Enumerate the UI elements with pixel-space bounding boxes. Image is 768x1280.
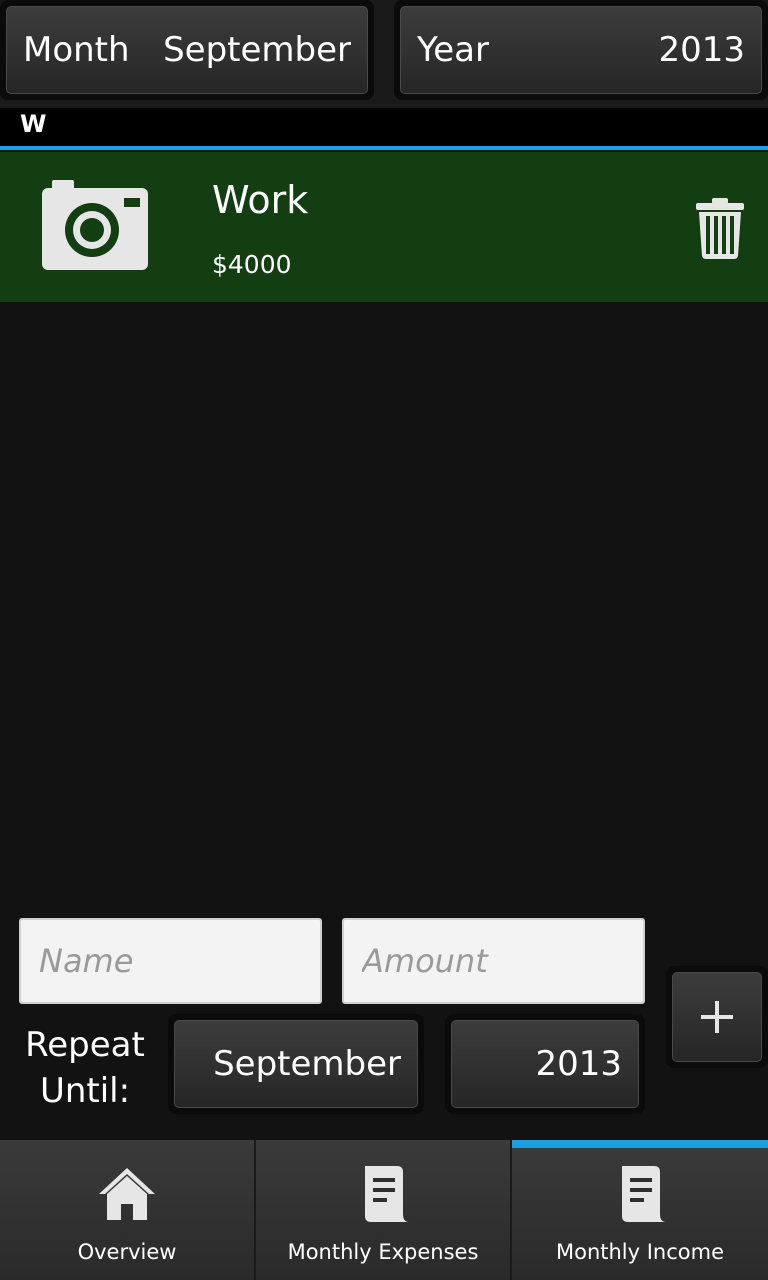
income-item-title: Work <box>212 178 309 222</box>
name-input[interactable] <box>19 918 322 1004</box>
tab-monthly-income[interactable]: Monthly Income <box>512 1140 768 1280</box>
month-label: Month <box>23 30 130 70</box>
section-header: W <box>0 108 768 150</box>
amount-input[interactable] <box>342 918 645 1004</box>
year-dropdown[interactable]: Year 2013 <box>394 0 768 100</box>
tab-overview[interactable]: Overview <box>0 1140 256 1280</box>
tab-monthly-income-label: Monthly Income <box>555 1240 725 1264</box>
repeat-month-dropdown[interactable]: September <box>168 1014 424 1114</box>
section-letter: W <box>20 110 47 138</box>
home-icon <box>99 1168 155 1220</box>
plus-icon <box>701 1001 733 1033</box>
income-item-amount: $4000 <box>212 250 292 279</box>
month-value: September <box>163 30 351 70</box>
repeat-year-value: 2013 <box>535 1044 622 1084</box>
year-label: Year <box>417 30 489 70</box>
repeat-month-value: September <box>213 1044 401 1084</box>
tab-monthly-expenses[interactable]: Monthly Expenses <box>256 1140 512 1280</box>
repeat-until-label: Repeat Until: <box>25 1025 145 1111</box>
year-value: 2013 <box>658 30 745 70</box>
trash-icon[interactable] <box>694 196 746 260</box>
camera-icon <box>42 180 148 270</box>
tab-overview-label: Overview <box>77 1240 177 1264</box>
document-icon <box>365 1166 409 1222</box>
repeat-year-dropdown[interactable]: 2013 <box>445 1014 645 1114</box>
add-income-button[interactable] <box>666 966 768 1068</box>
document-icon <box>622 1166 666 1222</box>
tab-monthly-expenses-label: Monthly Expenses <box>287 1240 479 1264</box>
month-dropdown[interactable]: Month September <box>0 0 374 100</box>
bottom-tab-bar: Overview Monthly Expenses Monthly Income <box>0 1140 768 1280</box>
